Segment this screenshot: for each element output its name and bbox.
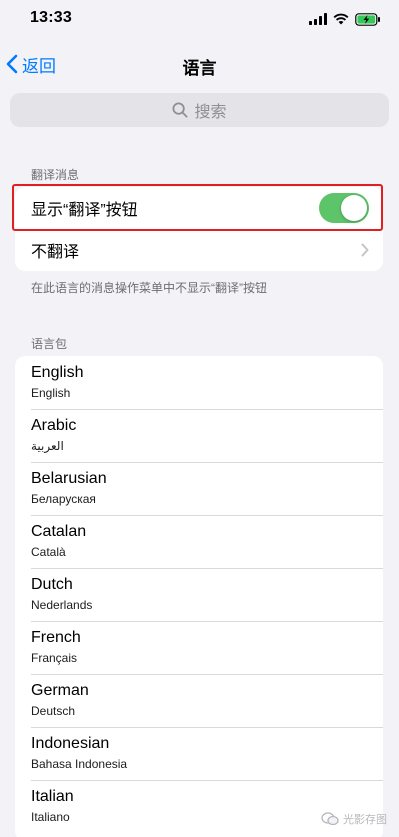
no-translate-label: 不翻译 bbox=[31, 244, 80, 261]
language-name: Indonesian bbox=[31, 735, 110, 752]
language-native-name: Français bbox=[31, 651, 78, 665]
language-item-english[interactable]: English English bbox=[15, 356, 383, 409]
wifi-icon bbox=[333, 13, 349, 25]
status-time: 13:33 bbox=[30, 9, 72, 26]
show-translate-button-label: 显示“翻译”按钮 bbox=[31, 202, 138, 219]
show-translate-button-toggle[interactable] bbox=[319, 193, 369, 223]
language-section-header: 语言包 bbox=[31, 337, 68, 351]
language-name: English bbox=[31, 364, 84, 381]
translate-settings-group: 显示“翻译”按钮 不翻译 bbox=[15, 187, 383, 271]
toggle-knob bbox=[341, 195, 367, 221]
translate-section-footer: 在此语言的消息操作菜单中不显示“翻译”按钮 bbox=[31, 281, 267, 295]
translate-section-header: 翻译消息 bbox=[31, 168, 80, 182]
language-native-name: Deutsch bbox=[31, 704, 76, 718]
language-item-indonesian[interactable]: Indonesian Bahasa Indonesia bbox=[15, 727, 383, 780]
language-name: Italian bbox=[31, 788, 74, 805]
search-input[interactable]: 搜索 bbox=[10, 93, 389, 127]
language-name: Belarusian bbox=[31, 470, 107, 487]
search-placeholder: 搜索 bbox=[194, 104, 227, 121]
language-item-arabic[interactable]: Arabic العربية bbox=[15, 409, 383, 462]
language-name: French bbox=[31, 629, 81, 646]
watermark: 光影存图 bbox=[321, 811, 387, 827]
language-native-name: Беларуская bbox=[31, 492, 96, 506]
language-native-name: English bbox=[31, 386, 71, 400]
language-name: Arabic bbox=[31, 417, 77, 434]
language-item-dutch[interactable]: Dutch Nederlands bbox=[15, 568, 383, 621]
language-native-name: Bahasa Indonesia bbox=[31, 757, 128, 771]
language-native-name: Català bbox=[31, 545, 66, 559]
watermark-text: 光影存图 bbox=[343, 814, 387, 826]
language-item-german[interactable]: German Deutsch bbox=[15, 674, 383, 727]
navigation-bar: 返回 语言 bbox=[0, 44, 399, 84]
language-native-name: Italiano bbox=[31, 810, 70, 824]
language-item-belarusian[interactable]: Belarusian Беларуская bbox=[15, 462, 383, 515]
language-native-name: Nederlands bbox=[31, 598, 93, 612]
language-list: English English Arabic العربية Belarusia… bbox=[15, 356, 383, 837]
show-translate-button-row: 显示“翻译”按钮 bbox=[15, 187, 383, 229]
page-title: 语言 bbox=[182, 59, 217, 78]
chevron-right-icon bbox=[361, 243, 369, 257]
chat-bubble-icon bbox=[321, 812, 339, 826]
language-name: Catalan bbox=[31, 523, 87, 540]
language-name: German bbox=[31, 682, 89, 699]
language-item-french[interactable]: French Français bbox=[15, 621, 383, 674]
language-item-catalan[interactable]: Catalan Català bbox=[15, 515, 383, 568]
battery-charging-icon bbox=[355, 12, 380, 26]
language-name: Dutch bbox=[31, 576, 73, 593]
language-native-name: العربية bbox=[31, 439, 64, 453]
search-icon bbox=[172, 102, 188, 118]
no-translate-row[interactable]: 不翻译 bbox=[15, 229, 383, 271]
cellular-signal-icon bbox=[309, 13, 327, 25]
status-icons bbox=[309, 11, 381, 27]
status-bar: 13:33 bbox=[0, 0, 399, 40]
